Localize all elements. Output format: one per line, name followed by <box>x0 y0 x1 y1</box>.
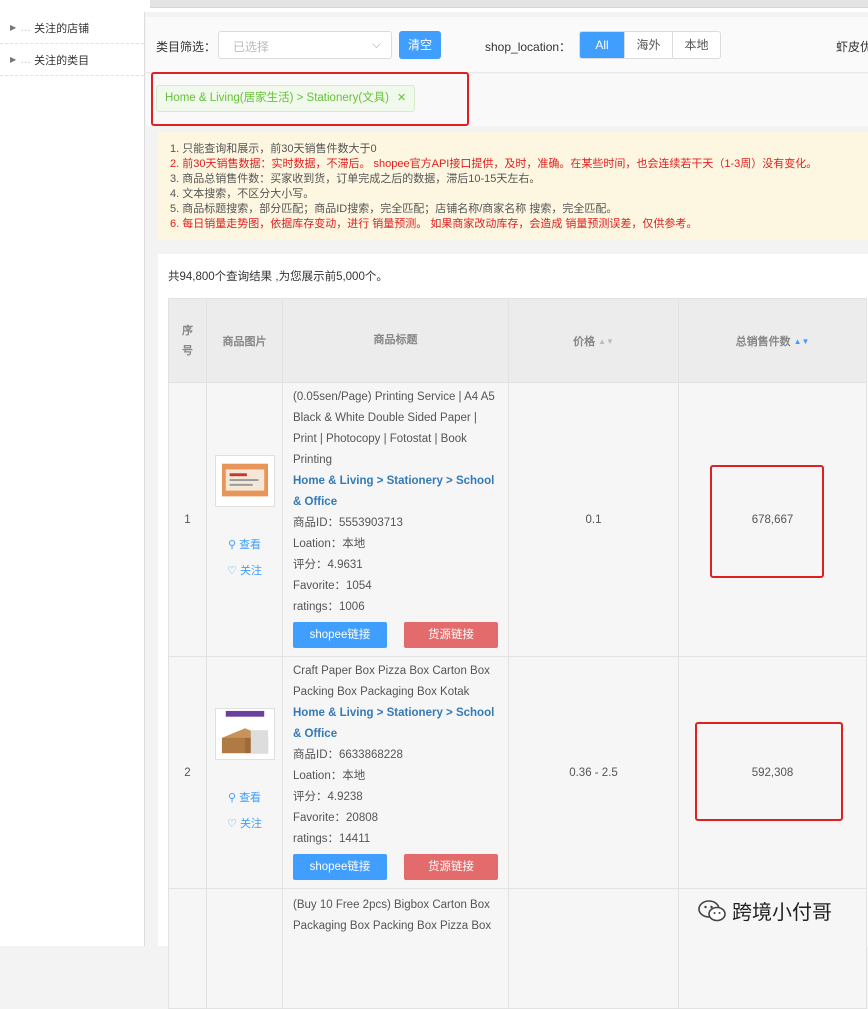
category-filter-label: 类目筛选： <box>156 40 217 54</box>
caret-right-icon: ▶ <box>10 55 17 64</box>
header-price[interactable]: 价格 ▲▼ <box>508 298 679 383</box>
product-ratings: ratings：1006 <box>293 601 365 613</box>
heart-icon: ♡ <box>227 818 237 830</box>
search-icon: ⚲ <box>227 792 236 804</box>
category-select-placeholder: 已选择 <box>233 40 270 54</box>
notice-line: 1. 只能查询和展示，前30天销售件数大于0 <box>170 143 377 155</box>
source-link-button[interactable]: 货源链接 <box>404 854 498 880</box>
notice-line: 3. 商品总销售件数：买家收到货，订单完成之后的数据，滞后10-15天左右。 <box>170 173 541 185</box>
wechat-icon <box>698 899 726 921</box>
main-content: 类目筛选： 已选择 ⌵ 清空 shop_location： All 海外 本地 … <box>146 12 868 1009</box>
product-location: Loation：本地 <box>293 538 366 550</box>
sidebar-item-label: 关注的类目 <box>34 54 90 67</box>
location-filter-label: shop_location： <box>485 40 572 54</box>
tree-dots: … <box>20 53 32 66</box>
cutoff-label: 虾皮优 <box>836 40 868 54</box>
product-ratings: ratings：14411 <box>293 833 371 845</box>
result-count: 共94,800个查询结果 ,为您展示前5,000个。 <box>168 271 388 283</box>
product-favorite: Favorite：20808 <box>293 812 379 824</box>
row-title-cell: Craft Paper Box Pizza Box Carton Box Pac… <box>282 656 509 889</box>
tree-dots: … <box>20 21 32 34</box>
top-strip <box>0 0 868 12</box>
view-link[interactable]: ⚲ 查看 <box>207 785 282 811</box>
product-rating: 评分：4.9238 <box>293 791 363 803</box>
row-title-cell: (0.05sen/Page) Printing Service | A4 A5 … <box>282 382 509 657</box>
top-scrollbar[interactable] <box>150 0 868 8</box>
sidebar-item-followed-categories[interactable]: ▶… 关注的类目 <box>0 44 144 76</box>
sort-icon[interactable]: ▲▼ <box>794 337 810 346</box>
sidebar-item-followed-shops[interactable]: ▶… 关注的店铺 <box>0 12 144 44</box>
sort-icon[interactable]: ▲▼ <box>598 337 614 346</box>
row-title-cell: (Buy 10 Free 2pcs) Bigbox Carton Box Pac… <box>282 888 509 1009</box>
highlight-box <box>151 72 469 126</box>
header-index: 序号 <box>168 298 207 383</box>
sidebar: ▶… 关注的店铺 ▶… 关注的类目 <box>0 12 145 946</box>
row-index <box>168 888 207 1009</box>
row-price: 0.1 <box>508 382 679 657</box>
product-thumbnail[interactable] <box>214 708 275 760</box>
product-rating: 评分：4.9631 <box>293 559 363 571</box>
highlight-box <box>710 465 824 578</box>
row-price: 0.36 - 2.5 <box>508 656 679 889</box>
heart-icon: ♡ <box>227 565 237 577</box>
row-index: 1 <box>168 382 207 657</box>
product-category[interactable]: Home & Living > Stationery > School & Of… <box>293 471 498 513</box>
highlight-box <box>695 722 843 821</box>
notice-panel: 1. 只能查询和展示，前30天销售件数大于0 2. 前30天销售数据：实时数据，… <box>158 132 868 240</box>
product-id: 商品ID：6633868228 <box>293 749 403 761</box>
notice-line: 5. 商品标题搜索，部分匹配；商品ID搜索，完全匹配；店铺名称/商家名称 搜索，… <box>170 203 618 215</box>
product-category[interactable]: Home & Living > Stationery > School & Of… <box>293 703 498 745</box>
product-title[interactable]: Craft Paper Box Pizza Box Carton Box Pac… <box>293 661 498 703</box>
row-image-cell <box>206 888 283 1009</box>
location-option-overseas[interactable]: 海外 <box>624 32 672 58</box>
product-thumbnail[interactable] <box>214 455 275 507</box>
caret-right-icon: ▶ <box>10 23 17 32</box>
watermark-text: 跨境小付哥 <box>732 902 832 924</box>
results-panel: 共94,800个查询结果 ,为您展示前5,000个。 序号 商品图片 商品标题 … <box>158 254 868 1009</box>
product-title[interactable]: (Buy 10 Free 2pcs) Bigbox Carton Box Pac… <box>293 895 498 937</box>
row-image-cell: ⚲ 查看 ♡ 关注 <box>206 382 283 657</box>
location-option-all[interactable]: All <box>580 32 624 58</box>
notice-line: 4. 文本搜索，不区分大小写。 <box>170 188 315 200</box>
product-location: Loation：本地 <box>293 770 366 782</box>
filter-bar: 类目筛选： 已选择 ⌵ 清空 shop_location： All 海外 本地 … <box>146 17 868 73</box>
shopee-link-button[interactable]: shopee链接 <box>293 854 387 880</box>
follow-link[interactable]: ♡ 关注 <box>207 811 282 837</box>
row-image-cell: ⚲ 查看 ♡ 关注 <box>206 656 283 889</box>
header-sales[interactable]: 总销售件数 ▲▼ <box>678 298 867 383</box>
clear-button[interactable]: 清空 <box>399 31 441 59</box>
search-icon: ⚲ <box>227 539 236 551</box>
row-price <box>508 888 679 1009</box>
header-image: 商品图片 <box>206 298 283 383</box>
chevron-down-icon: ⌵ <box>371 37 381 51</box>
table-header-row: 序号 商品图片 商品标题 价格 ▲▼ 总销售件数 ▲▼ <box>168 298 867 383</box>
product-favorite: Favorite：1054 <box>293 580 372 592</box>
row-index: 2 <box>168 656 207 889</box>
location-segmented-control: All 海外 本地 <box>579 31 721 59</box>
notice-line: 6. 每日销量走势图，依据库存变动，进行 销量预测。 如果商家改动库存，会造成 … <box>170 218 698 230</box>
notice-line: 2. 前30天销售数据：实时数据，不滞后。 shopee官方API接口提供，及时… <box>170 158 818 170</box>
source-link-button[interactable]: 货源链接 <box>404 622 498 648</box>
follow-link[interactable]: ♡ 关注 <box>207 558 282 584</box>
category-select[interactable]: 已选择 ⌵ <box>218 31 392 59</box>
sidebar-item-label: 关注的店铺 <box>34 22 90 35</box>
location-option-local[interactable]: 本地 <box>672 32 720 58</box>
watermark: 跨境小付哥 <box>698 896 832 925</box>
view-link[interactable]: ⚲ 查看 <box>207 532 282 558</box>
shopee-link-button[interactable]: shopee链接 <box>293 622 387 648</box>
header-title: 商品标题 <box>282 298 509 383</box>
product-id: 商品ID：5553903713 <box>293 517 403 529</box>
product-title[interactable]: (0.05sen/Page) Printing Service | A4 A5 … <box>293 387 498 471</box>
